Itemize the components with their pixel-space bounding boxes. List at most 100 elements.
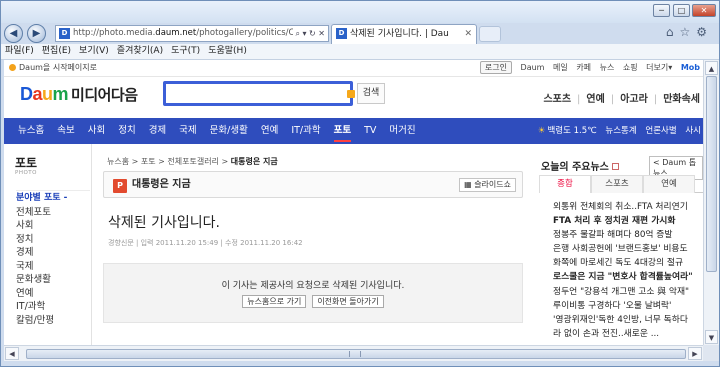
tab-general[interactable]: 종합 bbox=[539, 175, 591, 193]
sidebar-item-culture[interactable]: 문화생활 bbox=[16, 273, 90, 287]
daum-media-logo[interactable]: Daum 미디어다음 bbox=[20, 84, 138, 105]
browser-tab[interactable]: D 삭제된 기사입니다. | Dau ✕ bbox=[331, 24, 477, 44]
menu-file[interactable]: 파일(F) bbox=[1, 44, 38, 59]
sidebar-item-it-science[interactable]: IT/과학 bbox=[16, 300, 90, 314]
slideshow-button[interactable]: ▦ 슬라이드쇼 bbox=[459, 178, 516, 192]
news-item[interactable]: FTA 처리 후 정치권 재편 가시화 bbox=[553, 214, 703, 228]
horizontal-scroll-thumb[interactable] bbox=[26, 349, 686, 359]
forward-button[interactable]: ▶ bbox=[27, 24, 46, 43]
gnb-magazine[interactable]: 머거진 bbox=[389, 118, 415, 144]
go-back-button[interactable]: 이전화면 돌아가기 bbox=[312, 295, 384, 308]
news-item[interactable]: '영광위재인'독한 4인방, 너무 독하다 bbox=[553, 313, 703, 327]
search-input[interactable] bbox=[163, 81, 355, 106]
vertical-scroll-thumb[interactable] bbox=[706, 76, 717, 272]
gnb-international[interactable]: 국제 bbox=[179, 118, 196, 144]
sidebar-item-economy[interactable]: 경제 bbox=[16, 246, 90, 260]
service-cartoon[interactable]: 만화속세 bbox=[663, 94, 700, 105]
tab-sports[interactable]: 스포츠 bbox=[591, 175, 643, 193]
minimize-button[interactable]: ─ bbox=[653, 4, 670, 17]
sidebar-item-entertainment[interactable]: 연예 bbox=[16, 287, 90, 301]
news-item[interactable]: 루이비통 구경하다 '오물 날벼락' bbox=[553, 299, 703, 313]
gnb-politics[interactable]: 정치 bbox=[118, 118, 135, 144]
scroll-down-arrow-icon[interactable]: ▼ bbox=[705, 330, 718, 344]
gnb-entertainment[interactable]: 연예 bbox=[261, 118, 278, 144]
news-item[interactable]: 라 없이 손과 전진..새로운 ... bbox=[553, 327, 703, 341]
back-button[interactable]: ◀ bbox=[4, 24, 23, 43]
sidebar-item-society[interactable]: 사회 bbox=[16, 219, 90, 233]
top-link-mail[interactable]: 메일 bbox=[553, 63, 568, 72]
edit-label: 수정 bbox=[225, 239, 238, 247]
news-item[interactable]: 정두언 "강용석 개그맨 고소 與 악재" bbox=[553, 285, 703, 299]
gnb-tv[interactable]: TV bbox=[364, 118, 376, 144]
article-source[interactable]: 경향신문 bbox=[108, 239, 134, 247]
mobile-link[interactable]: Mob bbox=[681, 63, 700, 72]
toolbar-icons[interactable]: ⌂☆⚙ bbox=[666, 25, 713, 39]
top-link-more[interactable]: 더보기▾ bbox=[646, 63, 672, 72]
menu-edit[interactable]: 편집(E) bbox=[38, 44, 75, 59]
gnb-society[interactable]: 사회 bbox=[88, 118, 105, 144]
news-item[interactable]: 정봉주 물갈파 해며다 80억 증발 bbox=[553, 228, 703, 242]
news-tabs: 종합 스포츠 연예 bbox=[539, 175, 703, 193]
news-item[interactable]: 외통위 전체회의 취소..FTA 처리연기 bbox=[553, 200, 703, 214]
tab-close-icon[interactable]: ✕ bbox=[464, 25, 472, 43]
gnb-culture[interactable]: 문화/생활 bbox=[210, 118, 248, 144]
tab-entertainment[interactable]: 연예 bbox=[643, 175, 695, 193]
scroll-right-arrow-icon[interactable]: ▶ bbox=[688, 347, 702, 360]
sidebar-section-header[interactable]: 분야별 포토 - bbox=[16, 190, 90, 206]
gnb-breaking[interactable]: 속보 bbox=[57, 118, 74, 144]
search-button[interactable]: 검색 bbox=[357, 83, 385, 104]
horizontal-scrollbar[interactable]: ◀ ▶ bbox=[4, 345, 703, 361]
service-agora[interactable]: 아고라 bbox=[620, 94, 648, 105]
news-list: 외통위 전체회의 취소..FTA 처리연기 FTA 처리 후 정치권 재편 가시화… bbox=[553, 200, 703, 341]
top-link-cafe[interactable]: 카페 bbox=[576, 63, 591, 72]
search-option-icon[interactable] bbox=[347, 90, 355, 98]
scroll-up-arrow-icon[interactable]: ▲ bbox=[705, 61, 718, 75]
rss-icon[interactable] bbox=[611, 163, 619, 170]
gnb-economy[interactable]: 경제 bbox=[149, 118, 166, 144]
service-links: 스포츠 | 연예 | 아고라 | 만화속세 bbox=[531, 90, 700, 105]
news-item[interactable]: 은행 사회공헌에 '브랜드홍보' 비용도 bbox=[553, 242, 703, 256]
breadcrumb-photo[interactable]: 포토 bbox=[141, 157, 156, 166]
service-sports[interactable]: 스포츠 bbox=[543, 94, 571, 105]
breadcrumb-current: 대통령은 지금 bbox=[230, 157, 278, 166]
gnb-it-science[interactable]: IT/과학 bbox=[291, 118, 320, 144]
close-button[interactable]: ✕ bbox=[692, 4, 716, 17]
address-bar[interactable]: Dhttp://photo.media.daum.net/photogaller… bbox=[55, 25, 329, 42]
gnb-photo[interactable]: 포토 bbox=[333, 122, 352, 142]
service-entertainment[interactable]: 연예 bbox=[586, 94, 604, 105]
gnb-by-press[interactable]: 언론사별 bbox=[645, 126, 676, 136]
news-item[interactable]: 로스쿨은 지금 "변호사 합격률높여라" bbox=[553, 270, 703, 284]
go-news-home-button[interactable]: 뉴스홈으로 가기 bbox=[242, 295, 307, 308]
sidebar-item-politics[interactable]: 정치 bbox=[16, 233, 90, 247]
site-favicon-icon: D bbox=[59, 28, 70, 39]
sidebar-item-all-photos[interactable]: 전체포토 bbox=[16, 206, 90, 220]
news-item[interactable]: 화쪽에 마로세긴 독도 4대강의 절규 bbox=[553, 256, 703, 270]
breadcrumb-news-home[interactable]: 뉴스홈 bbox=[107, 157, 129, 166]
gnb-right-area: ☀ 백령도 1.5℃ 뉴스통계 언론사별 사시 bbox=[532, 118, 701, 144]
left-sidebar: 포토 PHOTO 분야별 포토 - 전체포토 사회 정치 경제 국제 문화생활 … bbox=[4, 144, 92, 345]
gnb-news-stats[interactable]: 뉴스통계 bbox=[605, 126, 636, 136]
breadcrumb-gallery[interactable]: 전체포토갤러리 bbox=[167, 157, 219, 166]
scroll-left-arrow-icon[interactable]: ◀ bbox=[5, 347, 19, 360]
menu-view[interactable]: 보기(V) bbox=[75, 44, 113, 59]
top-link-daum[interactable]: Daum bbox=[521, 63, 545, 72]
top-link-shopping[interactable]: 쇼핑 bbox=[623, 63, 638, 72]
set-homepage-link[interactable]: Daum을 시작페이지로 bbox=[9, 60, 97, 76]
maximize-button[interactable]: □ bbox=[673, 4, 690, 17]
login-button[interactable]: 로그인 bbox=[479, 61, 512, 74]
input-time: 2011.11.20 15:49 bbox=[155, 239, 219, 247]
sidebar-subtitle: PHOTO bbox=[15, 170, 37, 176]
logo-letter-m: m bbox=[52, 84, 69, 104]
new-tab-button[interactable] bbox=[479, 26, 501, 42]
sidebar-item-international[interactable]: 국제 bbox=[16, 260, 90, 274]
menu-help[interactable]: 도움말(H) bbox=[204, 44, 251, 59]
menu-tools[interactable]: 도구(T) bbox=[167, 44, 204, 59]
menu-favorites[interactable]: 즐겨찾기(A) bbox=[113, 44, 167, 59]
address-bar-buttons[interactable]: ⌕ ▾ ↻ ✕ bbox=[293, 26, 325, 41]
gnb-more[interactable]: 사시 bbox=[685, 126, 701, 136]
gnb-news-home[interactable]: 뉴스홈 bbox=[18, 118, 44, 144]
vertical-scrollbar[interactable]: ▲ ▼ bbox=[703, 60, 719, 345]
weather-text[interactable]: 백령도 1.5℃ bbox=[547, 126, 596, 136]
top-link-news[interactable]: 뉴스 bbox=[600, 63, 615, 72]
sidebar-item-column[interactable]: 칼럼/만평 bbox=[16, 314, 90, 328]
